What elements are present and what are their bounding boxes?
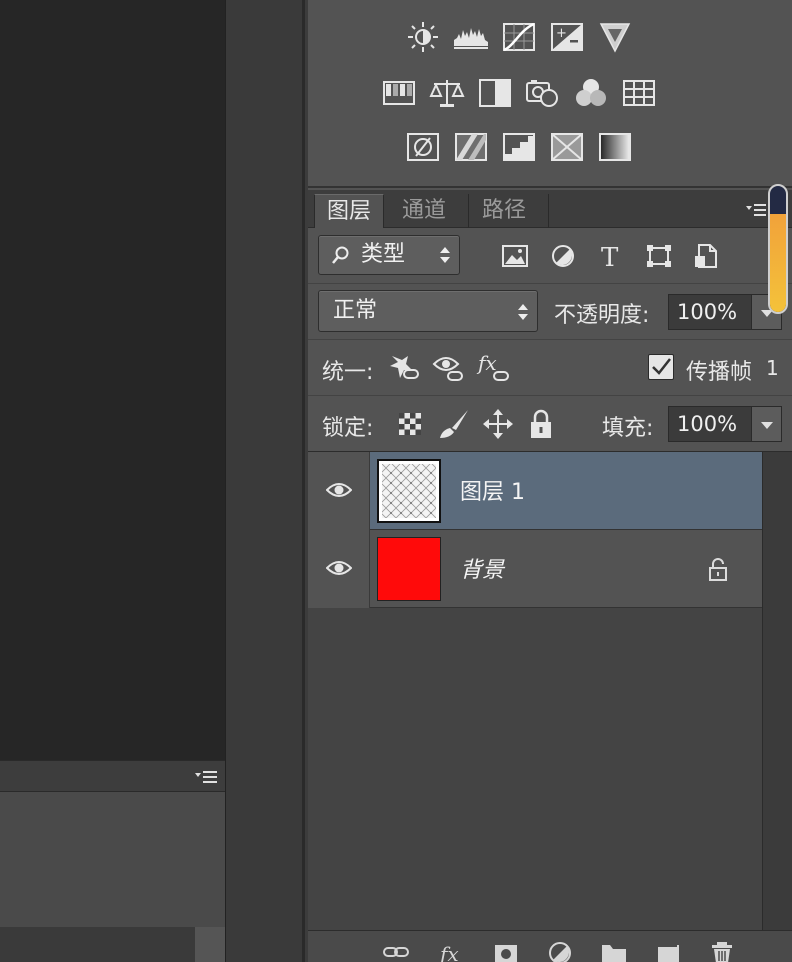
unify-label: 统一: [322,360,374,385]
updown-arrows-icon [439,245,451,265]
left-panel-scrollbar[interactable] [195,927,225,962]
lock-transparent-pixels-icon[interactable] [398,412,422,440]
eye-icon [326,483,352,497]
document-canvas[interactable] [0,0,225,760]
opacity-label: 不透明度: [554,303,650,328]
unify-style-icon[interactable]: fx [476,350,514,386]
layer-row[interactable]: 背景 [308,530,762,608]
layer-thumbnail[interactable] [376,458,442,524]
tab-paths[interactable]: 路径 [470,194,538,228]
link-layers-icon[interactable] [382,937,410,962]
lock-row: 锁定: 填充: 100% [308,396,792,452]
left-panel-footer [0,927,195,962]
layer-lock-icon [708,558,728,586]
smart-object-filter-icon[interactable] [692,242,722,270]
svg-text:T: T [601,243,619,270]
type-layer-filter-icon[interactable]: T [596,242,626,273]
black-white-icon[interactable] [476,76,514,110]
gradient-map-icon[interactable] [596,130,634,164]
new-layer-icon[interactable] [654,937,682,962]
svg-text:fx: fx [476,351,497,375]
selective-color-icon[interactable] [548,130,586,164]
layer-name: 背景 [460,558,505,583]
panel-menu-icon[interactable] [195,769,217,785]
layers-tabbar: 图层 通道 路径 [308,190,792,228]
invert-icon[interactable] [404,130,442,164]
brightness-contrast-icon[interactable] [404,20,442,54]
color-lookup-icon[interactable] [620,76,658,110]
panel-dock-divider [225,0,305,962]
layers-scrollbar[interactable] [762,452,792,930]
opacity-input[interactable]: 100% [668,294,752,330]
layer-name: 图层 1 [460,480,525,505]
unify-row: 统一: fx 传播帧 1 [308,340,792,396]
curves-icon[interactable] [500,20,538,54]
layers-bottom-toolbar: fx [308,930,792,962]
left-panel-body [0,792,225,962]
new-group-icon[interactable] [600,937,628,962]
layer-visibility-toggle[interactable] [308,452,370,530]
adjustment-layer-filter-icon[interactable] [548,242,578,270]
tab-channels[interactable]: 通道 [390,194,458,228]
photo-filter-icon[interactable] [524,76,562,110]
fill-label: 填充: [602,416,654,441]
blend-row: 正常 不透明度: 100% [308,284,792,340]
channel-mixer-icon[interactable] [572,76,610,110]
svg-text:fx: fx [438,942,459,962]
tab-layers[interactable]: 图层 [314,194,385,228]
magnifier-icon [331,245,351,271]
shape-layer-filter-icon[interactable] [644,242,674,270]
layer-filter-label: 类型 [361,242,406,267]
threshold-icon[interactable] [500,130,538,164]
adjustments-row-3 [308,130,792,170]
layer-style-icon[interactable]: fx [438,937,466,962]
adjustments-panel: + [308,0,792,188]
color-balance-icon[interactable] [428,76,466,110]
floating-scroll-indicator[interactable] [768,184,788,314]
layer-thumbnail[interactable] [376,536,442,602]
fill-dropdown-button[interactable] [752,406,782,442]
adjustments-row-1: + [308,20,792,60]
hue-saturation-icon[interactable] [380,76,418,110]
lock-image-pixels-icon[interactable] [438,408,472,444]
left-panel-header [0,760,225,792]
delete-layer-icon[interactable] [708,937,736,962]
vibrance-icon[interactable] [596,20,634,54]
right-panel-dock: + 图层 通道 路径 类型 T 正常 不透明度: 100% 统一: fx 传播帧… [308,0,792,962]
unify-position-icon[interactable] [388,352,424,386]
blend-mode-label: 正常 [333,298,378,323]
posterize-icon[interactable] [452,130,490,164]
layer-visibility-toggle[interactable] [308,530,370,608]
updown-arrows-icon [517,302,529,322]
add-mask-icon[interactable] [492,937,520,962]
svg-text:+: + [556,26,567,41]
lock-all-icon[interactable] [528,408,554,444]
panel-menu-icon[interactable] [746,202,766,216]
layer-filter-row: 类型 T [308,228,792,284]
layer-row[interactable]: 图层 1 [308,452,762,530]
unify-visibility-icon[interactable] [432,352,468,386]
propagate-frame-checkbox[interactable] [648,354,674,380]
propagate-frame-value: 1 [766,356,779,380]
eye-icon [326,561,352,575]
adjustments-row-2 [308,76,792,116]
fill-input[interactable]: 100% [668,406,752,442]
layer-filter-select[interactable]: 类型 [318,235,460,275]
new-adjustment-layer-icon[interactable] [546,937,574,962]
exposure-icon[interactable]: + [548,20,586,54]
propagate-frame-label: 传播帧 [686,360,753,385]
blend-mode-select[interactable]: 正常 [318,290,538,332]
lock-position-icon[interactable] [482,408,514,444]
pixel-layer-filter-icon[interactable] [500,242,530,270]
layers-list: 图层 1 背景 [308,452,762,930]
levels-icon[interactable] [452,20,490,54]
lock-label: 锁定: [322,416,374,441]
